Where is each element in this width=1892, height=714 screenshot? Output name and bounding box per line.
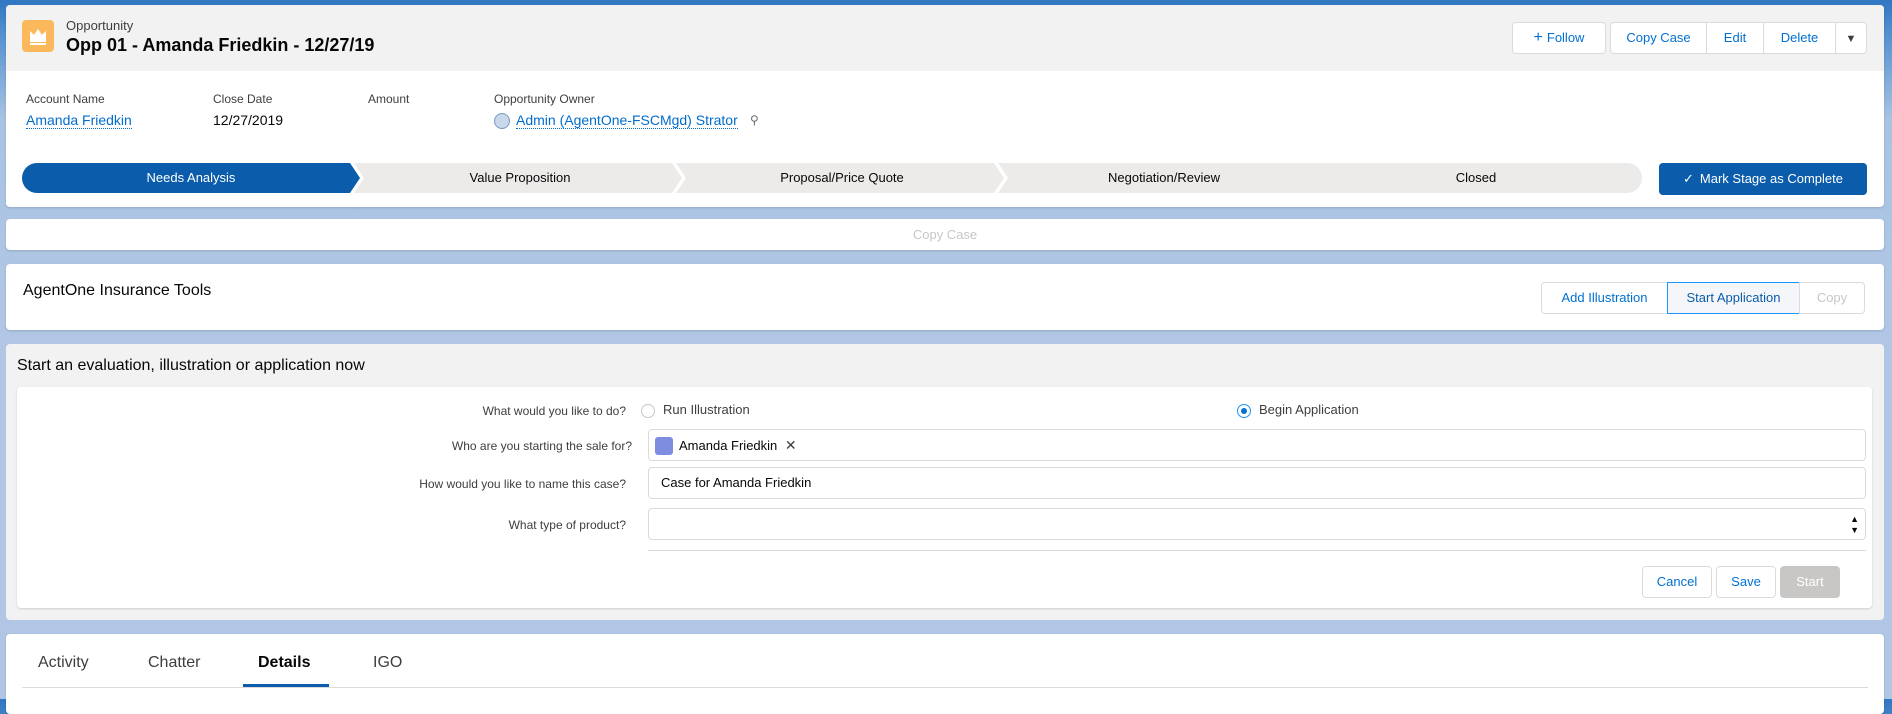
path-step-negotiation-review[interactable]: Negotiation/Review [1004,163,1324,193]
active-tab-indicator [243,684,329,687]
run-illustration-radio[interactable] [641,404,655,418]
close-date-label: Close Date [213,92,273,106]
product-type-select[interactable]: ▲ ▼ [648,508,1866,540]
change-owner-icon[interactable]: ⚲ [750,113,759,127]
path-step-value-proposition[interactable]: Value Proposition [360,163,680,193]
copy-case-bar-button[interactable]: Copy Case [6,219,1884,250]
object-type-label: Opportunity [66,18,134,33]
account-name-link[interactable]: Amanda Friedkin [26,112,132,129]
save-button[interactable]: Save [1716,566,1776,598]
insurance-tools-card: AgentOne Insurance Tools Add Illustratio… [6,264,1884,330]
account-name-label: Account Name [26,92,105,106]
form-divider [648,550,1866,551]
copy-case-bar: Copy Case [6,219,1884,250]
add-illustration-button[interactable]: Add Illustration [1541,282,1668,314]
tab-details[interactable]: Details [258,639,310,687]
delete-button[interactable]: Delete [1763,22,1836,54]
opportunity-owner-link[interactable]: Admin (AgentOne-FSCMgd) Strator [516,112,738,129]
tabs-card: Activity Chatter Details IGO [6,634,1884,714]
checkmark-icon: ✓ [1683,171,1694,186]
record-header-card: Opportunity Opp 01 - Amanda Friedkin - 1… [6,5,1884,207]
tab-chatter[interactable]: Chatter [148,639,200,687]
opportunity-icon [22,20,54,52]
tab-activity[interactable]: Activity [38,639,89,687]
evaluation-section: Start an evaluation, illustration or app… [6,344,1884,620]
tabset: Activity Chatter Details IGO [22,639,1868,688]
insurance-tools-title: AgentOne Insurance Tools [23,282,212,299]
contact-pill-icon [655,436,673,455]
who-starting-sale-lookup[interactable]: Amanda Friedkin ✕ [648,429,1866,461]
start-application-button[interactable]: Start Application [1667,282,1800,314]
what-to-do-label: What would you like to do? [482,404,626,418]
copy-case-button[interactable]: Copy Case [1610,22,1707,54]
path-step-closed[interactable]: Closed [1326,163,1626,193]
begin-application-label[interactable]: Begin Application [1259,402,1359,417]
edit-button[interactable]: Edit [1706,22,1764,54]
opportunity-owner-label: Opportunity Owner [494,92,595,106]
close-date-value: 12/27/2019 [213,112,284,128]
select-arrows-icon: ▲ ▼ [1850,514,1859,535]
begin-application-radio[interactable] [1237,404,1251,418]
owner-avatar [494,113,510,129]
amount-label: Amount [368,92,410,106]
mark-stage-complete-button[interactable]: ✓ Mark Stage as Complete [1659,163,1867,195]
more-actions-button[interactable]: ▼ [1835,22,1867,54]
tab-igo[interactable]: IGO [373,639,402,687]
case-name-label: How would you like to name this case? [419,477,626,491]
cancel-button[interactable]: Cancel [1642,566,1712,598]
follow-button[interactable]: + Follow [1512,22,1606,54]
radio-selected-dot [1241,408,1247,414]
start-button[interactable]: Start [1780,566,1840,598]
evaluation-title: Start an evaluation, illustration or app… [17,357,365,374]
path-step-proposal-price-quote[interactable]: Proposal/Price Quote [682,163,1002,193]
record-title: Opp 01 - Amanda Friedkin - 12/27/19 [66,35,375,55]
path-step-needs-analysis[interactable]: Needs Analysis [22,163,360,193]
evaluation-form: What would you like to do? Run Illustrat… [17,387,1872,608]
plus-icon: + [1533,29,1543,46]
copy-button[interactable]: Copy [1799,282,1865,314]
run-illustration-label[interactable]: Run Illustration [663,402,750,417]
remove-selection-icon[interactable]: ✕ [785,437,797,453]
product-type-label: What type of product? [508,518,626,532]
selected-contact: Amanda Friedkin [679,438,778,453]
case-name-input[interactable]: Case for Amanda Friedkin [648,467,1866,499]
chevron-down-icon: ▼ [1845,33,1857,45]
who-starting-sale-label: Who are you starting the sale for? [451,439,632,453]
sales-path: Needs Analysis Value Proposition Proposa… [22,163,1642,193]
